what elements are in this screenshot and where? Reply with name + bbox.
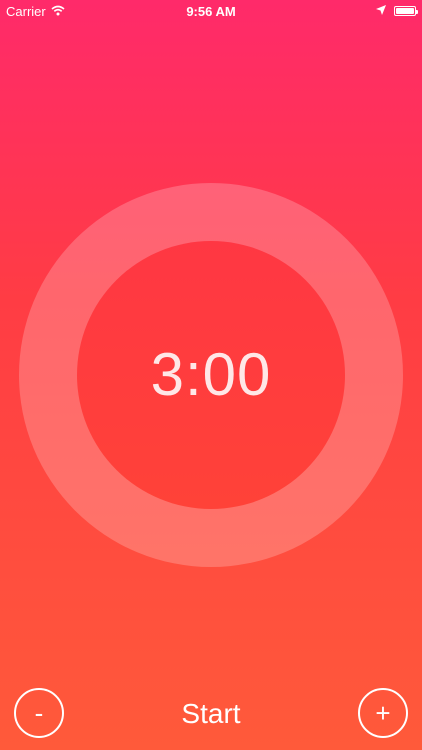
timer-display: 3:00 (150, 341, 272, 408)
decrement-button[interactable]: - (14, 688, 64, 738)
status-bar: Carrier 9:56 AM (0, 0, 422, 24)
location-arrow-icon (376, 3, 386, 18)
status-right (376, 3, 418, 18)
status-time: 9:56 AM (186, 4, 236, 19)
timer-ring: 3:00 (19, 183, 403, 567)
timer-screen: Carrier 9:56 AM 3:00 - Start + (0, 0, 422, 750)
timer-inner-circle: 3:00 (77, 241, 345, 509)
start-button[interactable]: Start (111, 694, 311, 734)
battery-icon (394, 5, 418, 16)
battery-fill (396, 7, 414, 14)
increment-button[interactable]: + (358, 688, 408, 738)
